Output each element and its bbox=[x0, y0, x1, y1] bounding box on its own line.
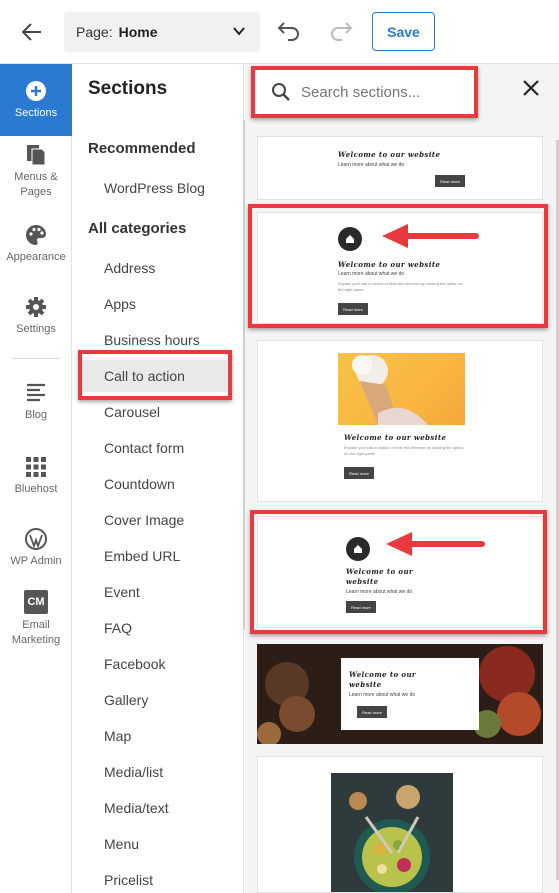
section-thumb-6[interactable] bbox=[257, 756, 543, 893]
page-select[interactable]: Page: Home bbox=[64, 12, 260, 52]
all-categories-heading: All categories bbox=[88, 220, 187, 237]
home-icon bbox=[346, 235, 354, 243]
rail-item-label: Menus & Pages bbox=[14, 171, 58, 198]
ice-cream-image bbox=[338, 353, 465, 425]
category-item[interactable]: FAQ bbox=[104, 620, 132, 636]
thumbnails-pane: Welcome to our website Learn more about … bbox=[245, 64, 559, 893]
category-item[interactable]: Media/text bbox=[104, 800, 169, 816]
grid-icon bbox=[25, 456, 47, 478]
category-item[interactable]: Map bbox=[104, 728, 131, 744]
category-wordpress-blog[interactable]: WordPress Blog bbox=[104, 180, 205, 196]
palette-icon bbox=[25, 224, 47, 246]
rail-item-menus-pages[interactable]: Menus & Pages bbox=[0, 144, 72, 200]
rail-item-label: Sections bbox=[14, 106, 58, 119]
panel-title: Sections bbox=[88, 78, 168, 99]
pages-icon bbox=[25, 144, 47, 166]
home-icon bbox=[354, 545, 362, 553]
thumb-subtitle: Learn more about what we do bbox=[349, 692, 416, 698]
recommended-heading: Recommended bbox=[88, 140, 196, 157]
left-rail: Sections Menus & Pages Appearance Settin… bbox=[0, 64, 72, 893]
back-button[interactable] bbox=[18, 18, 46, 46]
thumb-title: Welcome to our website bbox=[338, 260, 441, 269]
search-icon bbox=[272, 83, 290, 101]
category-item[interactable]: Menu bbox=[104, 836, 139, 852]
rail-item-label: WP Admin bbox=[10, 555, 62, 567]
page-select-label: Page: bbox=[76, 24, 113, 40]
section-thumb-1[interactable]: Welcome to our website Learn more about … bbox=[257, 136, 543, 200]
arrow-left-icon bbox=[22, 23, 41, 41]
gear-icon bbox=[25, 296, 47, 318]
section-thumb-2[interactable]: Welcome to our website Learn more about … bbox=[257, 212, 543, 324]
thumb-button: Read more bbox=[357, 706, 387, 718]
search-box bbox=[253, 68, 477, 116]
rail-item-sections[interactable]: Sections bbox=[0, 64, 72, 136]
sections-panel: Sections Recommended WordPress Blog All … bbox=[72, 64, 244, 893]
rail-item-wp-admin[interactable]: WP Admin bbox=[0, 528, 72, 569]
category-item[interactable]: Business hours bbox=[104, 332, 200, 348]
chevron-down-icon bbox=[233, 27, 245, 36]
close-icon bbox=[523, 80, 539, 96]
category-item-selected[interactable]: Call to action bbox=[82, 360, 228, 392]
rail-item-label: Bluehost bbox=[14, 483, 58, 495]
category-item[interactable]: Event bbox=[104, 584, 140, 600]
wordpress-icon bbox=[25, 528, 47, 550]
rail-item-blog[interactable]: Blog bbox=[0, 382, 72, 423]
overlay-card: Welcome to our website Learn more about … bbox=[341, 658, 479, 730]
blog-icon bbox=[25, 382, 47, 404]
thumb-description: Explain your call to action or hide this… bbox=[344, 445, 464, 456]
rail-item-email-marketing[interactable]: CM Email Marketing bbox=[0, 590, 72, 648]
thumb-button: Read more bbox=[346, 601, 376, 613]
category-item[interactable]: Address bbox=[104, 260, 155, 276]
category-item[interactable]: Carousel bbox=[104, 404, 160, 420]
save-button[interactable]: Save bbox=[372, 12, 435, 51]
thumb-subtitle: Learn more about what we do bbox=[338, 271, 405, 277]
rail-item-appearance[interactable]: Appearance bbox=[0, 224, 72, 265]
thumb-button: Read more bbox=[435, 175, 465, 187]
home-circle bbox=[346, 537, 370, 561]
top-bar: Page: Home Save bbox=[0, 0, 559, 64]
category-item[interactable]: Cover Image bbox=[104, 512, 184, 528]
category-item[interactable]: Contact form bbox=[104, 440, 184, 456]
search-input[interactable] bbox=[301, 80, 461, 104]
category-item[interactable]: Countdown bbox=[104, 476, 175, 492]
undo-icon bbox=[277, 22, 299, 41]
thumb-description: Explain your call to action or hide this… bbox=[338, 281, 464, 292]
section-thumb-5[interactable]: Welcome to our website Learn more about … bbox=[257, 644, 543, 744]
thumb-title: Welcome to our website bbox=[349, 670, 417, 689]
plus-circle-icon bbox=[25, 80, 47, 102]
section-thumb-4[interactable]: Welcome to our website Learn more about … bbox=[257, 516, 543, 628]
rail-item-label: Settings bbox=[16, 323, 56, 335]
category-item[interactable]: Apps bbox=[104, 296, 136, 312]
rail-item-settings[interactable]: Settings bbox=[0, 296, 72, 337]
close-button[interactable] bbox=[521, 78, 543, 100]
salad-image bbox=[331, 773, 453, 892]
thumb-subtitle: Learn more about what we do bbox=[338, 162, 405, 168]
rail-item-label: Appearance bbox=[6, 251, 66, 263]
category-item[interactable]: Embed URL bbox=[104, 548, 180, 564]
section-thumb-3[interactable]: Welcome to our website Explain your call… bbox=[257, 340, 543, 502]
undo-button[interactable] bbox=[276, 20, 304, 44]
thumb-button: Read more bbox=[338, 303, 368, 315]
redo-button[interactable] bbox=[328, 20, 356, 44]
thumb-title: Welcome to our website bbox=[338, 150, 441, 159]
category-item[interactable]: Pricelist bbox=[104, 872, 153, 888]
category-item[interactable]: Gallery bbox=[104, 692, 148, 708]
redo-icon bbox=[331, 22, 353, 41]
rail-item-bluehost[interactable]: Bluehost bbox=[0, 456, 72, 497]
thumb-button: Read more bbox=[344, 467, 374, 479]
category-item[interactable]: Facebook bbox=[104, 656, 165, 672]
thumb-subtitle: Learn more about what we do bbox=[346, 589, 413, 595]
cm-badge: CM bbox=[27, 595, 45, 608]
thumb-title: Welcome to our website bbox=[344, 433, 447, 442]
rail-item-label: Email Marketing bbox=[11, 619, 61, 646]
rail-item-label: Blog bbox=[24, 409, 48, 421]
home-circle bbox=[338, 227, 362, 251]
cm-icon: CM bbox=[24, 590, 48, 614]
rail-divider bbox=[12, 358, 60, 359]
page-select-value: Home bbox=[118, 24, 158, 40]
category-item[interactable]: Media/list bbox=[104, 764, 163, 780]
thumb-title: Welcome to our website bbox=[346, 567, 414, 586]
